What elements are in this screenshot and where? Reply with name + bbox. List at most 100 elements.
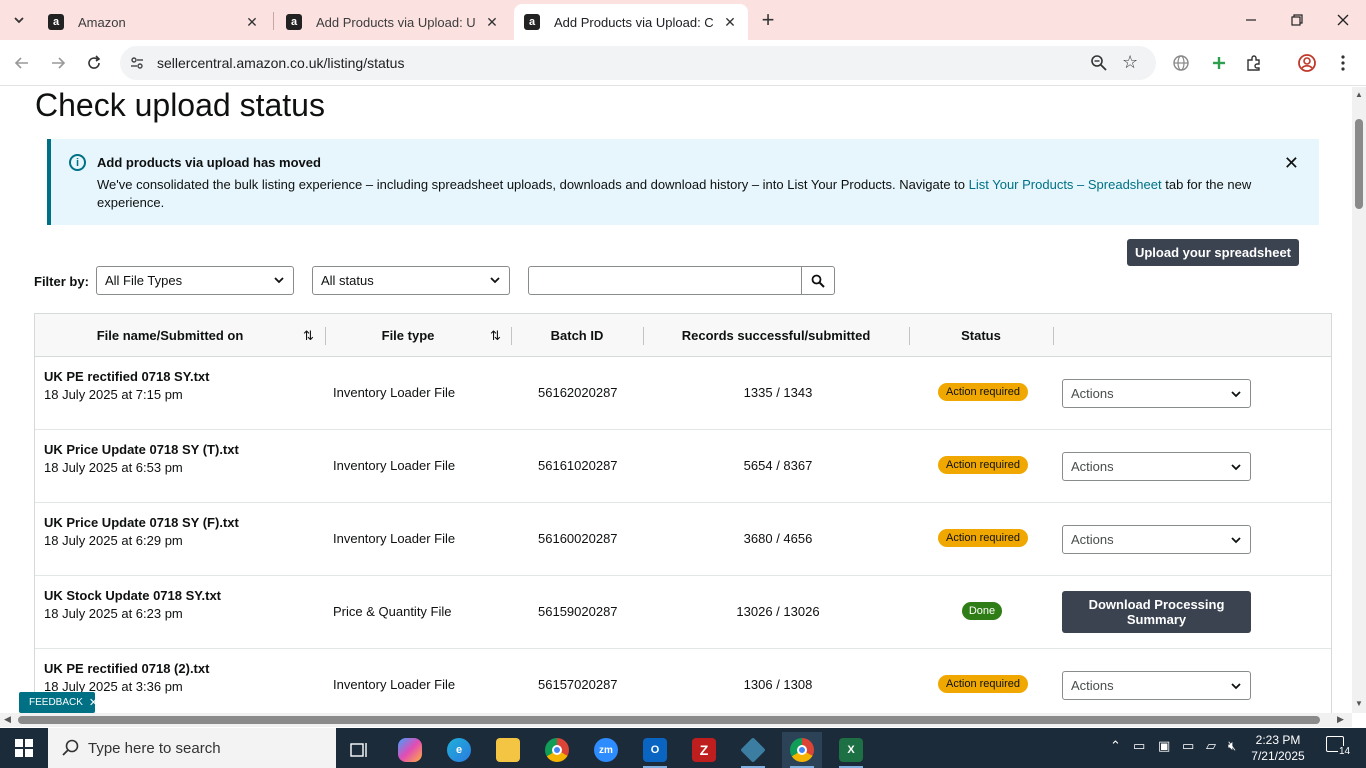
status-badge: Action required [938,456,1028,474]
batch-id: 56162020287 [538,385,618,400]
reload-icon[interactable] [80,50,108,76]
feedback-label: FEEDBACK [29,697,83,708]
upload-spreadsheet-button[interactable]: Upload your spreadsheet [1127,239,1299,266]
actions-dropdown[interactable]: Actions [1062,379,1251,408]
close-tab-icon[interactable]: ✕ [244,14,260,30]
back-arrow-icon[interactable] [8,50,36,76]
feedback-button[interactable]: FEEDBACK ✕ [19,692,98,713]
site-info-icon[interactable] [128,54,146,72]
records-count: 1335 / 1343 [743,385,813,400]
taskbar-search-input[interactable]: Type here to search [48,728,336,768]
restore-icon[interactable] [1274,0,1320,40]
status-badge: Action required [938,675,1028,693]
col-file-name[interactable]: File name/Submitted on [35,314,305,357]
col-file-type[interactable]: File type [325,314,491,357]
horizontal-scrollbar[interactable]: ◀ ▶ [0,713,1352,727]
chrome-profile-icon[interactable] [782,732,822,768]
status-select-value: All status [321,273,374,288]
url-text[interactable]: sellercentral.amazon.co.uk/listing/statu… [157,55,404,71]
records-count: 3680 / 4656 [743,531,813,546]
status-select[interactable]: All status [312,266,510,295]
battery-icon[interactable]: ▭ [1182,738,1194,754]
col-status: Status [961,328,1001,343]
batch-id: 56159020287 [538,604,618,619]
zoom-app-icon[interactable]: zm [586,732,626,768]
list-your-products-link[interactable]: List Your Products – Spreadsheet [969,177,1162,192]
network-icon[interactable]: ▱ [1206,738,1216,754]
actions-dropdown[interactable]: Actions [1062,671,1251,700]
zoom-icon[interactable] [1090,54,1108,72]
scroll-right-arrow-icon[interactable]: ▶ [1337,714,1344,725]
excel-icon[interactable]: X [831,732,871,768]
sort-icon[interactable]: ⇅ [490,328,501,344]
task-view-icon[interactable] [340,732,380,768]
search-input[interactable] [528,266,802,295]
taskbar-clock[interactable]: 2:23 PM 7/21/2025 [1248,732,1308,764]
address-bar[interactable]: sellercentral.amazon.co.uk/listing/statu… [120,46,1156,80]
windows-start-icon[interactable] [0,728,48,768]
outlook-icon[interactable]: O [635,732,675,768]
file-explorer-icon[interactable] [488,732,528,768]
file-type-select[interactable]: All File Types [96,266,294,295]
tab-upload[interactable]: a Add Products via Upload: Uplo ✕ [276,4,510,40]
edge-browser-icon[interactable]: e [439,732,479,768]
close-alert-icon[interactable]: ✕ [1284,153,1299,174]
notifications-icon[interactable]: 14 [1326,736,1352,757]
extensions-puzzle-icon[interactable] [1243,52,1265,74]
tab-check-status[interactable]: a Add Products via Upload: Chec ✕ [514,4,748,40]
volume-muted-icon[interactable]: 🔇︎ [1228,738,1236,754]
show-hidden-icons-chevron-icon[interactable]: ⌃ [1110,738,1121,754]
taskbar-search-placeholder: Type here to search [88,739,221,757]
page-title: Check upload status [35,87,325,123]
scroll-thumb[interactable] [1355,119,1363,209]
close-tab-icon[interactable]: ✕ [484,14,500,30]
filezilla-icon[interactable]: Z [684,732,724,768]
search-icon [811,274,825,288]
file-name: UK Price Update 0718 SY (F).txt [44,515,239,530]
scroll-up-arrow-icon[interactable]: ▲ [1355,90,1363,99]
extension-plus-icon[interactable] [1208,52,1230,74]
status-badge: Action required [938,383,1028,401]
table-row: UK Stock Update 0718 SY.txt 18 July 2025… [35,576,1331,649]
new-tab-plus-icon[interactable]: + [756,7,780,32]
actions-label: Actions [1071,386,1114,401]
chevron-down-icon [274,277,284,284]
batch-id: 56160020287 [538,531,618,546]
alert-body: We've consolidated the bulk listing expe… [97,176,1257,212]
bookmark-star-icon[interactable]: ☆ [1122,52,1138,73]
meet-now-icon[interactable]: ▭ [1133,738,1145,754]
translate-globe-icon[interactable] [1170,52,1192,74]
download-processing-summary-button[interactable]: Download Processing Summary [1062,591,1251,633]
sort-icon[interactable]: ⇅ [303,328,314,344]
chrome-icon[interactable] [537,732,577,768]
app-diamond-icon[interactable] [733,732,773,768]
chevron-down-icon [1231,537,1241,544]
browser-menu-kebab-icon[interactable] [1332,52,1354,74]
actions-dropdown[interactable]: Actions [1062,525,1251,554]
display-icon[interactable]: ▣ [1158,738,1170,754]
search-button[interactable] [801,266,835,295]
file-type-select-value: All File Types [105,273,183,288]
tab-search-chevron-icon[interactable] [6,8,32,32]
clock-time: 2:23 PM [1255,733,1301,747]
col-batch-id: Batch ID [550,328,604,343]
file-name: UK Stock Update 0718 SY.txt [44,588,222,603]
scroll-thumb[interactable] [18,716,1320,724]
vertical-scrollbar[interactable]: ▲ ▼ [1352,87,1366,713]
forward-arrow-icon[interactable] [44,50,72,76]
filter-label: Filter by: [34,274,89,289]
minimize-icon[interactable] [1228,0,1274,40]
close-tab-icon[interactable]: ✕ [722,14,738,30]
copilot-icon[interactable] [390,732,430,768]
tab-amazon[interactable]: a Amazon ✕ [38,4,270,40]
table-row: UK PE rectified 0718 (2).txt 18 July 202… [35,649,1331,713]
actions-dropdown[interactable]: Actions [1062,452,1251,481]
close-feedback-icon[interactable]: ✕ [89,696,98,709]
chevron-down-icon [1231,683,1241,690]
profile-avatar-icon[interactable] [1296,52,1318,74]
file-name: UK PE rectified 0718 SY.txt [44,369,210,384]
close-window-icon[interactable] [1320,0,1366,40]
search-icon [62,739,79,756]
scroll-left-arrow-icon[interactable]: ◀ [4,714,11,725]
scroll-down-arrow-icon[interactable]: ▼ [1355,699,1363,708]
